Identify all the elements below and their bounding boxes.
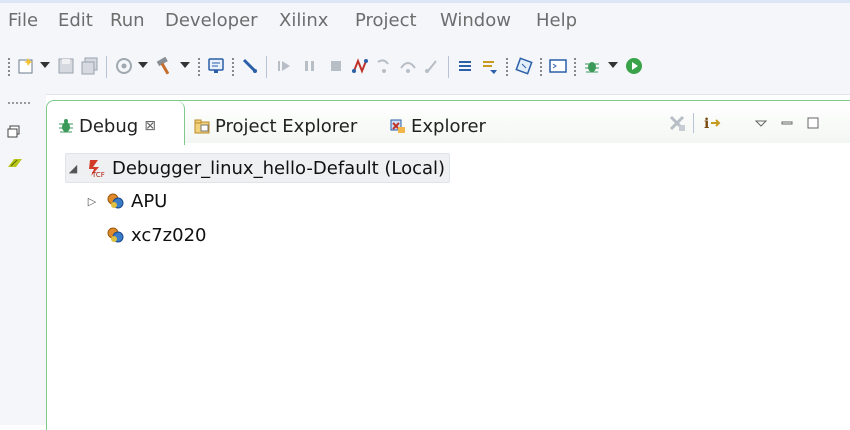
remove-all-terminated-icon[interactable] bbox=[667, 113, 687, 133]
toolbar-grip[interactable] bbox=[198, 58, 200, 76]
left-trim-bar bbox=[0, 94, 46, 425]
menu-file[interactable]: File bbox=[8, 10, 38, 31]
step-return-icon[interactable] bbox=[422, 56, 442, 76]
run-icon[interactable] bbox=[624, 56, 644, 76]
tree-item-launch-label: Debugger_linux_hello-Default (Local) bbox=[112, 157, 446, 179]
instruction-stepping-mode-icon[interactable]: i bbox=[703, 113, 723, 133]
menu-xilinx[interactable]: Xilinx bbox=[279, 10, 328, 31]
tree-item-xc7z020-label: xc7z020 bbox=[131, 224, 207, 246]
instruction-step-icon[interactable] bbox=[456, 56, 476, 76]
step-over-icon[interactable] bbox=[398, 56, 418, 76]
save-icon[interactable] bbox=[56, 56, 76, 76]
tab-debug[interactable]: Debug ⊠ bbox=[57, 115, 156, 137]
resume-icon[interactable] bbox=[274, 56, 294, 76]
processor-icon bbox=[105, 191, 125, 211]
build-hammer-icon[interactable] bbox=[154, 56, 174, 76]
tree-item-apu[interactable]: ▷ APU bbox=[85, 187, 168, 215]
target-icon[interactable] bbox=[114, 56, 134, 76]
expand-twisty-icon[interactable]: ▷ bbox=[85, 195, 99, 208]
menu-help[interactable]: Help bbox=[536, 10, 577, 31]
toolbar-grip[interactable] bbox=[506, 58, 508, 76]
build-dropdown-icon[interactable] bbox=[180, 62, 190, 68]
toolbar-separator bbox=[266, 56, 267, 78]
toolbar-separator bbox=[106, 56, 107, 78]
tab-project-explorer[interactable]: Project Explorer bbox=[193, 115, 357, 137]
project-explorer-icon bbox=[193, 117, 211, 135]
connect-icon[interactable] bbox=[350, 56, 370, 76]
debug-icon bbox=[57, 117, 75, 135]
toolbar-grip[interactable] bbox=[540, 58, 542, 76]
new-icon[interactable] bbox=[16, 56, 36, 76]
drop-to-frame-icon[interactable] bbox=[480, 56, 500, 76]
explorer-icon bbox=[389, 117, 407, 135]
toolbar-grip[interactable] bbox=[232, 58, 234, 76]
terminal-icon[interactable] bbox=[548, 56, 568, 76]
minimize-icon[interactable] bbox=[777, 113, 797, 133]
menu-project[interactable]: Project bbox=[355, 10, 417, 31]
debug-icon[interactable] bbox=[582, 56, 602, 76]
minimized-view-icon[interactable] bbox=[6, 154, 24, 167]
console-icon[interactable] bbox=[206, 56, 226, 76]
target-dropdown-icon[interactable] bbox=[138, 62, 148, 68]
tree-item-apu-label: APU bbox=[131, 190, 168, 212]
menu-window[interactable]: Window bbox=[440, 10, 511, 31]
tree-item-launch[interactable]: ◢ TCF Debugger_linux_hello-Default (Loca… bbox=[65, 153, 451, 183]
suspend-icon[interactable] bbox=[300, 56, 320, 76]
view-menu-icon[interactable] bbox=[751, 113, 771, 133]
main-toolbar bbox=[0, 42, 850, 95]
view-toolbar-separator bbox=[693, 113, 694, 133]
collapse-twisty-icon[interactable]: ◢ bbox=[66, 162, 80, 175]
new-dropdown-icon[interactable] bbox=[40, 62, 50, 68]
terminate-icon[interactable] bbox=[326, 56, 346, 76]
svg-text:TCF: TCF bbox=[91, 171, 105, 178]
program-fpga-icon[interactable] bbox=[514, 56, 534, 76]
tab-debug-label: Debug bbox=[79, 115, 139, 137]
step-into-icon[interactable] bbox=[374, 56, 394, 76]
tab-project-explorer-label: Project Explorer bbox=[215, 115, 358, 137]
view-tab-bar: Debug ⊠ Project Explorer Explorer i bbox=[47, 101, 850, 145]
svg-text:i: i bbox=[704, 116, 709, 132]
debug-dropdown-icon[interactable] bbox=[608, 62, 618, 68]
maximize-icon[interactable] bbox=[803, 113, 823, 133]
trim-grip[interactable] bbox=[8, 102, 32, 104]
save-all-icon[interactable] bbox=[80, 56, 100, 76]
menu-run[interactable]: Run bbox=[110, 10, 145, 31]
tab-explorer[interactable]: Explorer bbox=[389, 115, 486, 137]
toolbar-separator bbox=[448, 56, 449, 78]
tcf-icon: TCF bbox=[86, 158, 106, 178]
menu-edit[interactable]: Edit bbox=[58, 10, 93, 31]
restore-icon[interactable] bbox=[6, 124, 22, 140]
toolbar-grip[interactable] bbox=[574, 58, 576, 76]
close-icon[interactable]: ⊠ bbox=[144, 118, 156, 134]
debug-view: Debug ⊠ Project Explorer Explorer i ◢ TC… bbox=[46, 100, 850, 430]
tree-item-xc7z020[interactable]: xc7z020 bbox=[105, 221, 207, 249]
disconnect-icon[interactable] bbox=[240, 56, 260, 76]
tab-explorer-label: Explorer bbox=[411, 115, 486, 137]
menu-bar: File Edit Run Developer Xilinx Project W… bbox=[0, 0, 850, 42]
processor-icon bbox=[105, 225, 125, 245]
toolbar-grip[interactable] bbox=[8, 58, 10, 76]
menu-developer[interactable]: Developer bbox=[165, 10, 258, 31]
